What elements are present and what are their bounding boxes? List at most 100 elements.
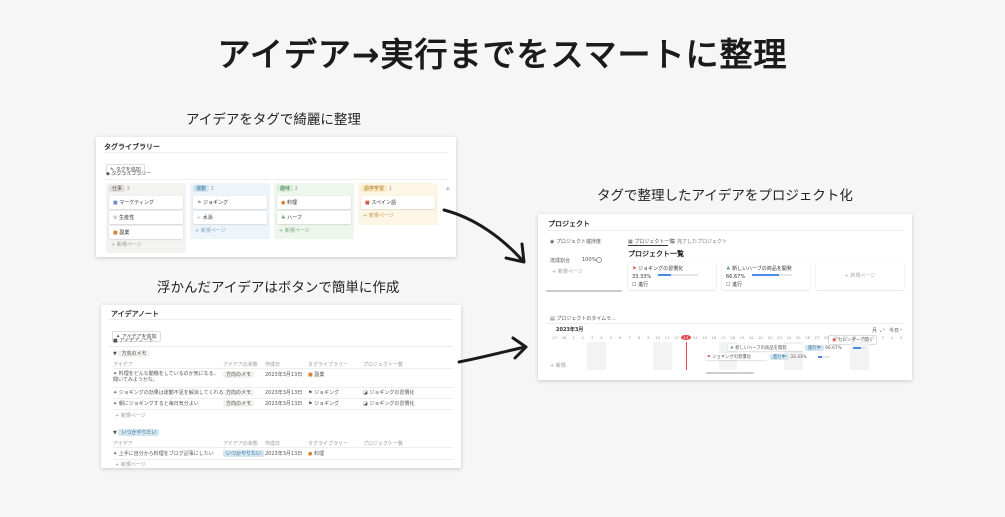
checkbox-icon[interactable]: ☐ (632, 282, 636, 288)
progress-bar (752, 274, 792, 276)
idea-note-panel: アイデアノート ✦ アイデアを追加 ■ アイデアノート ▼ 方向のメモ アイデア… (101, 305, 461, 468)
timeline-day: 2 (581, 335, 584, 340)
scrollbar[interactable] (706, 372, 754, 374)
pin-icon: ◉ (550, 239, 555, 245)
table-row[interactable]: ✦ 上手に自分から料理をブログ記事にしたい いつかやりたい 2023年3月13日… (113, 450, 453, 458)
timeline-day: 16 (711, 335, 717, 340)
timeline-nav-next[interactable]: › (900, 327, 902, 333)
tab-completed-projects[interactable]: ☰ 完了したプロジェクト (671, 238, 727, 245)
timeline-unit-select[interactable]: 月 ⌄ (872, 327, 883, 334)
timeline-day: 17 (720, 335, 726, 340)
idea-note-title: アイデアノート (111, 310, 160, 318)
timeline-day: 28 (561, 335, 567, 340)
new-page-button[interactable]: + 新規ページ (111, 241, 142, 248)
timeline-day: 3 (881, 335, 884, 340)
tag-card[interactable]: ⚙ 生産性 (109, 211, 183, 224)
add-column-button[interactable]: + (445, 185, 451, 193)
column-label: 運動 (193, 185, 210, 192)
group-label: 方向のメモ (118, 350, 150, 357)
tag-card[interactable]: ■ 副業 (109, 226, 183, 239)
idea-note-view-tab[interactable]: ■ アイデアノート (113, 337, 154, 344)
timeline-day: 1 (862, 335, 866, 340)
timeline-day-row: 27 28 1 2 3 4 5 6 7 8 9 10 11 12 13 14 15 16 17 18 19 20 21 22 2… (550, 335, 906, 342)
caption-tag-panel: アイデアをタグで綺麗に整理 (186, 112, 361, 128)
arrow-note-to-project (457, 336, 528, 364)
timeline-title[interactable]: ▤ プロジェクトのタイムラ... (550, 315, 616, 322)
new-page-button[interactable]: + 新規ページ (279, 227, 310, 234)
progress-ring-icon (596, 257, 602, 263)
timeline-new-button[interactable]: + 新規 (550, 362, 566, 369)
project-card[interactable]: ♣ 新しいハーブの商品を開発 66.67% ☐ 進行 (722, 262, 810, 290)
caption-project-panel: タグで整理したアイデアをプロジェクト化 (597, 188, 853, 204)
briefcase-icon: ■ (308, 372, 313, 378)
herb-icon: ♣ (726, 266, 731, 272)
tab-project-list[interactable]: ▦ プロジェクト一覧 (628, 238, 674, 245)
gear-icon: ⚙ (113, 215, 118, 221)
herb-icon: ♣ (730, 345, 734, 351)
new-page-button[interactable]: + 新規ページ (115, 412, 146, 419)
new-page-button[interactable]: + 新規ページ (115, 461, 146, 468)
timeline-day: 4 (890, 335, 894, 340)
table-row[interactable]: ✦ 朝にジョギングすると毎日気分よい 方向のメモ 2023年3月13日 ⚑ ジョ… (113, 400, 453, 408)
running-icon: ⚑ (308, 401, 313, 407)
tag-column-hobby: 趣味 2 ● 料理 ♣ ハーブ + 新規ページ (274, 183, 354, 239)
tag-card[interactable]: ■ マーケティング (109, 196, 183, 209)
new-page-button[interactable]: + 新規ページ (552, 268, 583, 275)
timeline-day: 3 (590, 335, 594, 340)
timeline-day: 6 (619, 335, 622, 340)
scrollbar[interactable] (546, 290, 622, 292)
tag-column-exercise: 運動 2 ⚑ ジョギング ≈ 水泳 + 新規ページ (190, 183, 270, 239)
table-row[interactable]: ✦ 料理をどんな動機をしているのか気になる。聞いてみようかな。 方向のメモ 20… (113, 371, 453, 386)
timeline-nav-prev[interactable]: ‹ (883, 327, 885, 333)
timeline-today-marker: 13 (681, 335, 691, 340)
tag-card[interactable]: ● 料理 (277, 196, 351, 209)
timeline-day: 28 (823, 335, 829, 340)
lightbulb-icon: ✦ (113, 451, 118, 457)
timeline-bar[interactable]: ⚑ ジョギングの習慣化 (705, 353, 768, 360)
caption-note-panel: 浮かんだアイデアはボタンで簡単に作成 (157, 280, 400, 296)
tag-card[interactable]: ≈ 水泳 (193, 211, 267, 224)
timeline-day: 10 (655, 335, 661, 340)
timeline-month: 2023年3月 (556, 327, 584, 333)
tag-card[interactable]: ♣ ハーブ (277, 211, 351, 224)
column-label: 仕事 (109, 185, 126, 192)
group-label: いつかやりたい (118, 429, 160, 436)
table-row[interactable]: ✦ ジョギングの効果は運動不足を解消してくれる 方向のメモ 2023年3月13日… (113, 389, 453, 397)
timeline-bar[interactable]: ♣ 新しいハーブの商品を開発 (728, 344, 803, 351)
new-project-card[interactable]: + 新規ページ (816, 262, 904, 290)
lightbulb-icon: ✦ (113, 401, 118, 407)
tag-card[interactable]: ⚑ ジョギング (193, 196, 267, 209)
column-label: 語学学習 (361, 185, 388, 192)
project-icon: ◪ (363, 390, 368, 396)
flag-icon: ■ (365, 200, 370, 206)
progress-sidebar-value: 100% (582, 257, 597, 263)
project-card[interactable]: ⚑ ジョギングの習慣化 33.33% ☐ 進行 (628, 262, 716, 290)
running-icon: ⚑ (707, 354, 711, 360)
timeline-day: 29 (833, 335, 839, 340)
group-toggle[interactable]: ▼ 方向のメモ (113, 350, 150, 357)
timeline-day: 19 (739, 335, 745, 340)
arrow-tag-to-project (442, 208, 526, 264)
tag-column-work: 仕事 3 ■ マーケティング ⚙ 生産性 ■ 副業 + 新規ページ (106, 183, 186, 253)
cooking-icon: ● (308, 451, 313, 457)
tag-library-view-tab[interactable]: ◆ タグライブラリー (106, 170, 151, 177)
timeline-today-button[interactable]: 今日 (889, 327, 899, 334)
new-page-button[interactable]: + 新規ページ (195, 227, 226, 234)
checkbox-icon[interactable]: ☐ (726, 282, 730, 288)
book-icon: ■ (113, 338, 118, 344)
new-page-button[interactable]: + 新規ページ (363, 212, 394, 219)
tag-library-title: タグライブラリー (104, 143, 160, 151)
timeline-day: 20 (748, 335, 754, 340)
weekend-shade (596, 342, 607, 370)
weekend-shade (587, 342, 597, 370)
timeline-day: 23 (777, 335, 782, 340)
progress-bar (853, 347, 865, 349)
timeline-day: 2 (871, 335, 875, 340)
group-toggle[interactable]: ▼ いつかやりたい (113, 429, 160, 436)
timeline-day: 11 (664, 335, 670, 340)
swim-icon: ≈ (197, 215, 202, 221)
column-label: 趣味 (277, 185, 294, 192)
tag-card[interactable]: ■ スペイン語 (361, 196, 435, 209)
lightbulb-icon: ✦ (113, 390, 118, 396)
timeline-day: 4 (600, 335, 603, 340)
